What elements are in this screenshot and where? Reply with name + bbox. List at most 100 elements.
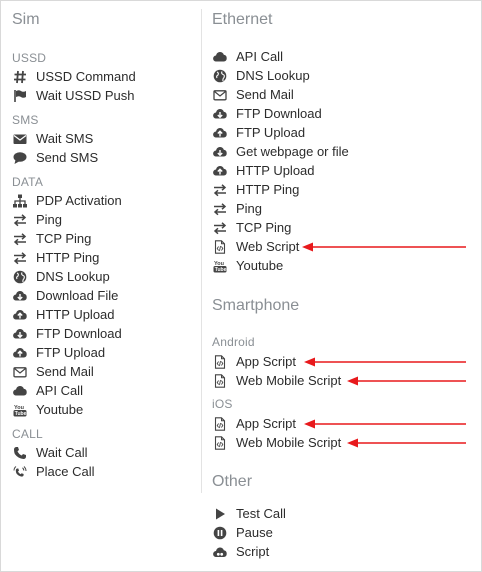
menu-item-http-ping[interactable]: HTTP Ping xyxy=(13,248,99,267)
svg-text:Tube: Tube xyxy=(15,411,27,417)
menu-item-youtube[interactable]: You Tube Youtube xyxy=(13,400,83,419)
menu-item-label: Test Call xyxy=(236,506,286,521)
cloud-upload-icon xyxy=(13,308,27,322)
menu-item-tcp-ping[interactable]: TCP Ping xyxy=(13,229,91,248)
sitemap-icon xyxy=(13,194,27,208)
menu-item-android-web-mobile-script[interactable]: Web Mobile Script xyxy=(213,371,341,390)
menu-item-label: USSD Command xyxy=(36,69,136,84)
menu-item-ethernet-api-call[interactable]: API Call xyxy=(213,47,283,66)
menu-item-label: Wait USSD Push xyxy=(36,88,135,103)
sms-group-label: SMS xyxy=(12,113,39,127)
menu-item-label: HTTP Upload xyxy=(36,307,115,322)
menu-item-dns-lookup[interactable]: DNS Lookup xyxy=(13,267,110,286)
menu-item-label: FTP Upload xyxy=(36,345,106,360)
menu-item-ethernet-tcp-ping[interactable]: TCP Ping xyxy=(213,218,291,237)
menu-item-label: Pause xyxy=(236,525,273,540)
menu-item-ethernet-http-ping[interactable]: HTTP Ping xyxy=(213,180,299,199)
menu-item-send-mail[interactable]: Send Mail xyxy=(13,362,94,381)
menu-item-wait-sms[interactable]: Wait SMS xyxy=(13,129,93,148)
menu-item-label: FTP Download xyxy=(236,106,322,121)
menu-item-label: HTTP Upload xyxy=(236,163,315,178)
menu-item-ethernet-ftp-upload[interactable]: FTP Upload xyxy=(213,123,305,142)
menu-item-label: Web Script xyxy=(236,239,300,254)
menu-item-pause[interactable]: Pause xyxy=(213,523,273,542)
data-group-label: DATA xyxy=(12,175,44,189)
menu-item-label: Send Mail xyxy=(36,364,94,379)
ios-group-label: iOS xyxy=(212,397,233,411)
menu-item-ethernet-dns-lookup[interactable]: DNS Lookup xyxy=(213,66,310,85)
menu-item-ping[interactable]: Ping xyxy=(13,210,62,229)
pause-circle-icon xyxy=(213,526,227,540)
menu-item-label: Send Mail xyxy=(236,87,294,102)
menu-item-ethernet-web-script[interactable]: Web Script xyxy=(213,237,299,256)
code-file-icon xyxy=(213,373,227,388)
menu-item-ethernet-get-webpage[interactable]: Get webpage or file xyxy=(213,142,349,161)
menu-item-label: Ping xyxy=(36,212,63,227)
menu-item-label: TCP Ping xyxy=(36,231,92,246)
menu-item-label: Ping xyxy=(236,201,263,216)
menu-item-place-call[interactable]: Place Call xyxy=(13,462,95,481)
menu-item-script[interactable]: Script xyxy=(213,542,269,561)
exchange-arrows-icon xyxy=(213,221,227,235)
cloud-download-icon xyxy=(13,289,27,303)
code-file-icon xyxy=(213,354,227,369)
menu-item-label: Web Mobile Script xyxy=(236,373,342,388)
menu-item-label: Youtube xyxy=(36,402,84,417)
menu-item-label: DNS Lookup xyxy=(36,269,110,284)
menu-item-label: HTTP Ping xyxy=(36,250,100,265)
youtube-icon: You Tube xyxy=(13,403,27,417)
menu-item-wait-call[interactable]: Wait Call xyxy=(13,443,88,462)
menu-item-label: Youtube xyxy=(236,258,284,273)
menu-item-pdp-activation[interactable]: PDP Activation xyxy=(13,191,122,210)
menu-item-label: Script xyxy=(236,544,270,559)
menu-item-label: Wait SMS xyxy=(36,131,94,146)
hash-icon xyxy=(13,70,27,84)
menu-item-http-upload[interactable]: HTTP Upload xyxy=(13,305,115,324)
menu-item-android-app-script[interactable]: App Script xyxy=(213,352,296,371)
menu-item-ussd-command[interactable]: USSD Command xyxy=(13,67,136,86)
flag-icon xyxy=(13,89,27,103)
menu-item-label: Place Call xyxy=(36,464,95,479)
menu-item-download-file[interactable]: Download File xyxy=(13,286,118,305)
menu-item-label: Web Mobile Script xyxy=(236,435,342,450)
exchange-arrows-icon xyxy=(13,213,27,227)
menu-item-test-call[interactable]: Test Call xyxy=(213,504,286,523)
annotation-arrow-ios-web-mobile-script xyxy=(346,437,467,449)
annotation-arrow-android-web-mobile-script xyxy=(346,375,467,387)
exchange-arrows-icon xyxy=(213,202,227,216)
envelope-outline-icon xyxy=(213,88,227,102)
menu-item-label: API Call xyxy=(36,383,83,398)
menu-item-ftp-upload[interactable]: FTP Upload xyxy=(13,343,105,362)
cloud-script-icon xyxy=(213,545,227,559)
cloud-upload-icon xyxy=(213,126,227,140)
cloud-download-icon xyxy=(213,107,227,121)
menu-item-ethernet-http-upload[interactable]: HTTP Upload xyxy=(213,161,315,180)
menu-item-api-call[interactable]: API Call xyxy=(13,381,83,400)
cloud-download-icon xyxy=(213,145,227,159)
ethernet-section-title: Ethernet xyxy=(212,11,273,28)
menu-item-ftp-download[interactable]: FTP Download xyxy=(13,324,122,343)
globe-icon xyxy=(213,69,227,83)
menu-item-ethernet-youtube[interactable]: You Tube Youtube xyxy=(213,256,283,275)
menu-item-send-sms[interactable]: Send SMS xyxy=(13,148,98,167)
code-file-icon xyxy=(213,416,227,431)
cloud-icon xyxy=(213,50,227,64)
menu-item-label: Send SMS xyxy=(36,150,99,165)
ringing-phone-icon xyxy=(13,465,27,479)
menu-item-ethernet-send-mail[interactable]: Send Mail xyxy=(213,85,294,104)
annotation-arrow-ios-app-script xyxy=(303,418,467,430)
menu-item-ethernet-ping[interactable]: Ping xyxy=(213,199,262,218)
exchange-arrows-icon xyxy=(13,232,27,246)
menu-item-label: HTTP Ping xyxy=(236,182,300,197)
menu-item-ethernet-ftp-download[interactable]: FTP Download xyxy=(213,104,322,123)
menu-item-ios-web-mobile-script[interactable]: Web Mobile Script xyxy=(213,433,341,452)
cloud-download-icon xyxy=(13,327,27,341)
menu-item-label: App Script xyxy=(236,416,296,431)
script-type-picker-panel: Sim USSD USSD Command Wait USSD Push SMS… xyxy=(0,0,482,572)
menu-item-wait-ussd-push[interactable]: Wait USSD Push xyxy=(13,86,135,105)
svg-text:Tube: Tube xyxy=(215,267,227,273)
menu-item-label: App Script xyxy=(236,354,296,369)
menu-item-ios-app-script[interactable]: App Script xyxy=(213,414,296,433)
globe-icon xyxy=(13,270,27,284)
envelope-icon xyxy=(13,132,27,146)
